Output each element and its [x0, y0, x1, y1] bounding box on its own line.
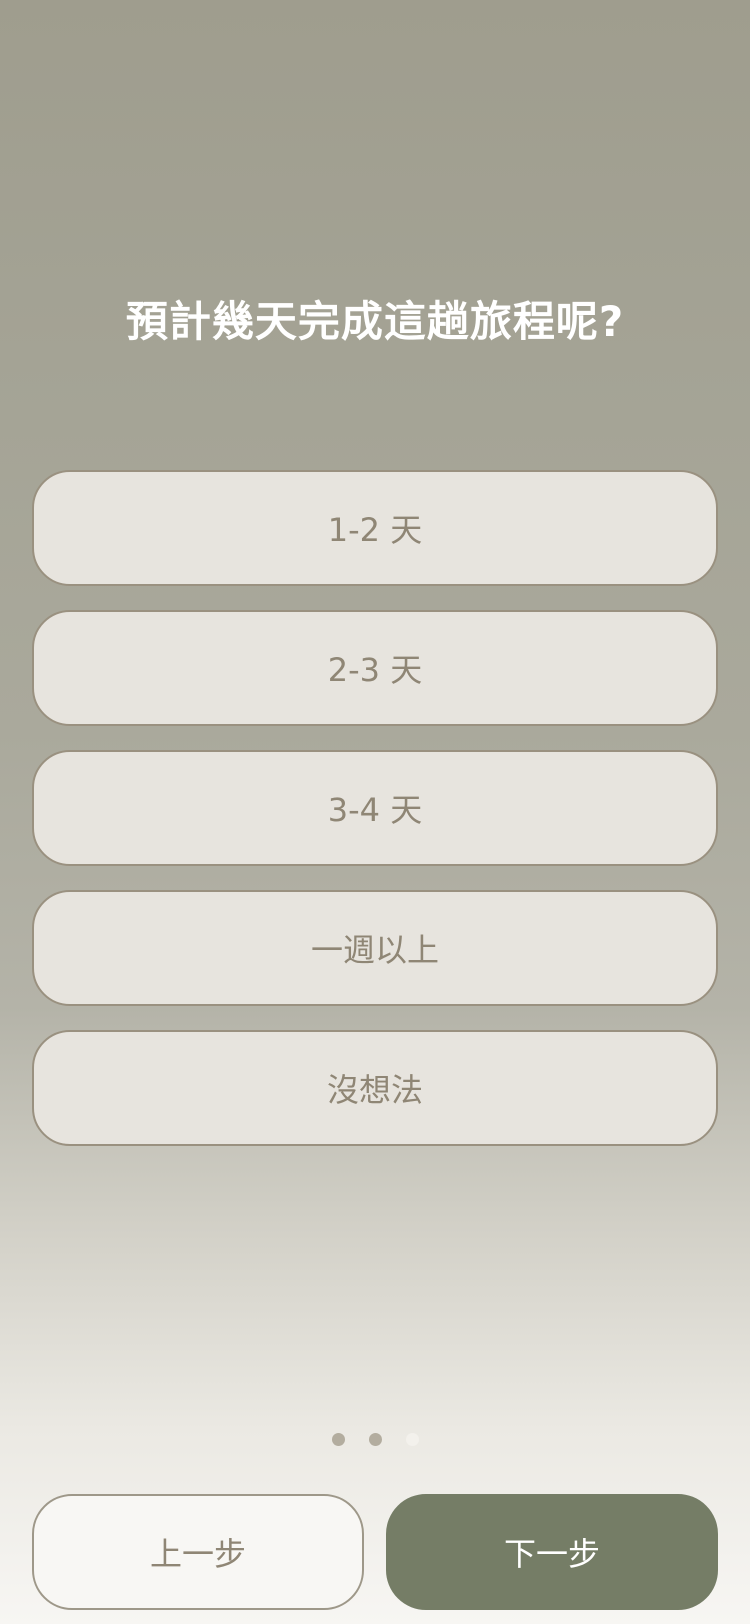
option-2-3-days[interactable]: 2-3 天	[32, 610, 718, 726]
quiz-screen: 預計幾天完成這趟旅程呢? 1-2 天 2-3 天 3-4 天 一週以上 沒想法 …	[0, 0, 750, 1624]
nav-bar: 上一步 下一步	[32, 1494, 718, 1610]
prev-button[interactable]: 上一步	[32, 1494, 364, 1610]
option-over-a-week[interactable]: 一週以上	[32, 890, 718, 1006]
page-dot-1	[331, 1433, 345, 1446]
option-no-idea[interactable]: 沒想法	[32, 1030, 718, 1146]
option-list: 1-2 天 2-3 天 3-4 天 一週以上 沒想法	[32, 470, 718, 1170]
page-dot-2	[368, 1433, 382, 1446]
page-indicator	[0, 1433, 750, 1446]
option-3-4-days[interactable]: 3-4 天	[32, 750, 718, 866]
page-dot-3	[405, 1433, 419, 1446]
next-button[interactable]: 下一步	[386, 1494, 718, 1610]
option-1-2-days[interactable]: 1-2 天	[32, 470, 718, 586]
question-title: 預計幾天完成這趟旅程呢?	[125, 297, 625, 346]
